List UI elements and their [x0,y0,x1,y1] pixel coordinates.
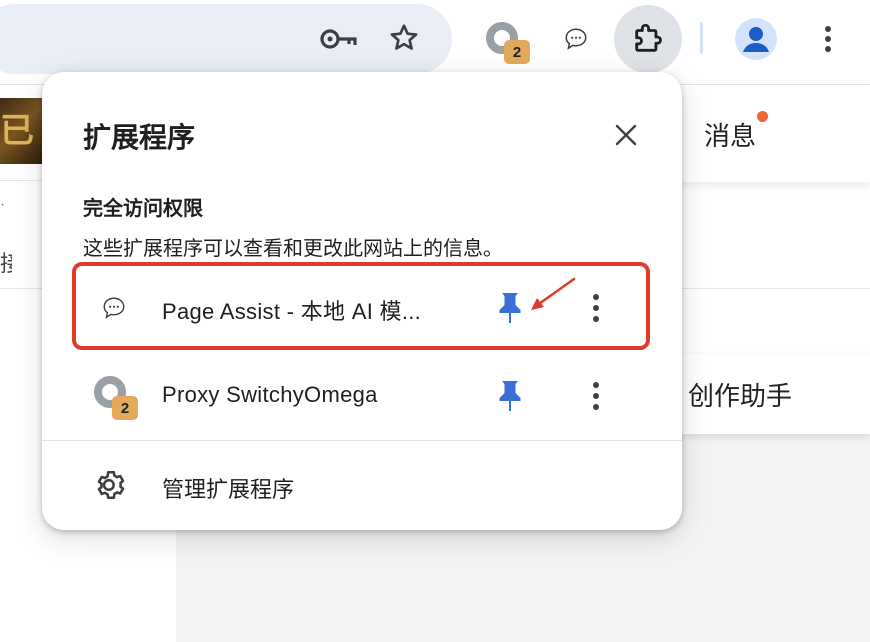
header-card [660,85,870,182]
extension-name: Proxy SwitchyOmega [162,382,378,407]
avatar-icon[interactable] [735,18,777,60]
popup-title: 扩展程序 [83,122,196,153]
notification-dot [757,111,768,122]
proxy-icon: 2 [94,376,138,420]
proxy-switchyomega-icon[interactable]: 2 [482,20,534,68]
left-text: 接 [0,251,12,276]
assistant-label[interactable]: 创作助手 [688,376,792,413]
pin-icon[interactable] [492,376,528,416]
extension-row-proxy-switchyomega[interactable]: 2 Proxy SwitchyOmega [42,356,682,436]
toolbar-divider [700,22,703,54]
proxy-badge: 2 [112,396,138,420]
right-divider [660,288,870,289]
more-vert-icon[interactable] [812,18,844,60]
thumbnail-image[interactable]: 已初 [0,98,44,164]
star-icon[interactable] [384,18,424,58]
close-icon[interactable] [608,117,644,153]
section-description: 这些扩展程序可以查看和更改此网站上的信息。 [83,238,503,260]
left-marker: · [0,196,6,213]
manage-extensions-row[interactable]: 管理扩展程序 [42,452,682,518]
proxy-badge: 2 [504,40,530,64]
arrow-annotation [531,277,576,310]
more-vert-icon[interactable] [578,376,614,416]
puzzle-icon [635,23,662,52]
manage-extensions-label: 管理扩展程序 [162,477,295,502]
extensions-puzzle-button[interactable] [614,5,682,73]
section-title: 完全访问权限 [83,198,203,220]
messages-link[interactable]: 消息 [704,116,756,153]
gear-icon [92,466,130,504]
chat-bubble-icon[interactable] [558,20,594,58]
thumbnail-text: 已初 [0,112,34,150]
key-icon[interactable] [318,20,360,58]
popup-divider [42,440,682,441]
